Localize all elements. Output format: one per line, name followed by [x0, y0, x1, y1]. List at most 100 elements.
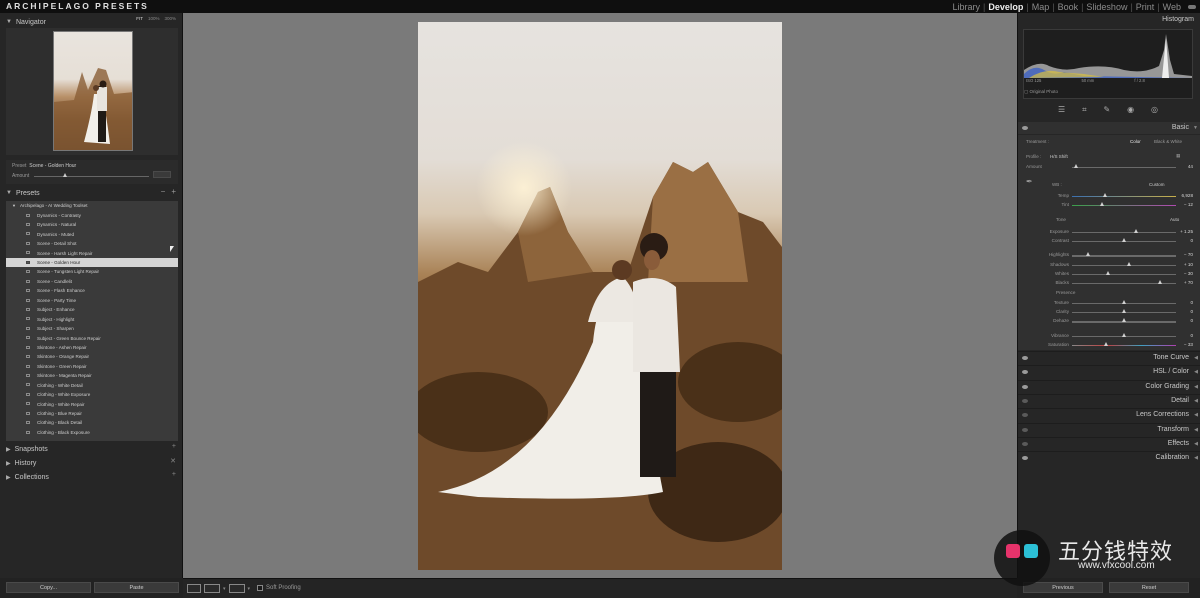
preset-item[interactable]: Scene - Flash Enhance	[6, 286, 178, 295]
saturation-slider[interactable]: Saturation − 33	[1018, 341, 1200, 349]
masking-icon[interactable]: ◎	[1151, 105, 1158, 115]
preset-item[interactable]: Subject - Green Bounce Repair	[6, 333, 178, 342]
section-lens-corrections[interactable]: Lens Corrections ◀	[1018, 408, 1200, 421]
slider-knob[interactable]	[1103, 193, 1107, 197]
dehaze-value[interactable]: 0	[1190, 318, 1193, 323]
preset-item[interactable]: Dynamics - Muted	[6, 229, 178, 238]
wb-value[interactable]: Custom	[1149, 182, 1165, 187]
section-hsl-color[interactable]: HSL / Color ◀	[1018, 365, 1200, 378]
profile-amount-value[interactable]: 44	[1188, 164, 1193, 169]
dropdown-arrow-icon[interactable]: ▾	[223, 586, 226, 592]
blacks-slider[interactable]: Blacks + 70	[1018, 279, 1200, 287]
amount-value-field[interactable]	[153, 171, 171, 178]
shadows-slider[interactable]: Shadows + 10	[1018, 261, 1200, 269]
slider-knob[interactable]	[1100, 202, 1104, 206]
slider-track[interactable]	[1072, 273, 1176, 275]
whites-value[interactable]: − 30	[1184, 271, 1193, 276]
paste-button[interactable]: Paste	[94, 582, 179, 593]
preset-item[interactable]: Dynamics - Contrasty	[6, 211, 178, 220]
visibility-eye-icon[interactable]	[1022, 441, 1028, 446]
preset-item[interactable]: Skintone - Orange Repair	[6, 352, 178, 361]
zoom-fit[interactable]: FIT	[136, 16, 143, 21]
section-transform[interactable]: Transform ◀	[1018, 422, 1200, 435]
slider-track[interactable]	[1072, 344, 1176, 346]
slider-knob[interactable]	[1134, 229, 1139, 233]
visibility-eye-icon[interactable]	[1022, 126, 1028, 130]
snapshots-header[interactable]: ▶ Snapshots +	[6, 443, 178, 455]
visibility-eye-icon[interactable]	[1022, 384, 1028, 389]
visibility-eye-icon[interactable]	[1022, 370, 1028, 375]
slider-knob[interactable]	[1122, 300, 1126, 304]
treatment-color[interactable]: Color	[1130, 139, 1141, 144]
preset-item[interactable]: Scene - Detail Shot	[6, 239, 178, 248]
whites-slider[interactable]: Whites − 30	[1018, 270, 1200, 278]
visibility-eye-icon[interactable]	[1022, 413, 1028, 418]
dehaze-slider[interactable]: Dehaze 0	[1018, 317, 1200, 325]
preset-item[interactable]: Clothing - Black Exposure	[6, 428, 178, 437]
slider-knob[interactable]	[1104, 341, 1109, 346]
visibility-eye-icon[interactable]	[1022, 427, 1028, 432]
amount-slider-knob[interactable]	[63, 173, 67, 177]
module-map[interactable]: Map	[1029, 2, 1053, 12]
amount-slider-track[interactable]	[34, 176, 149, 177]
copy-button[interactable]: Copy...	[6, 582, 91, 593]
preset-item[interactable]: Scene - Golden Hour	[6, 257, 178, 268]
vibrance-value[interactable]: 0	[1190, 333, 1193, 338]
module-print[interactable]: Print	[1133, 2, 1158, 12]
add-collection-icon[interactable]: +	[172, 471, 176, 478]
slider-track[interactable]	[1072, 205, 1176, 207]
slider-knob[interactable]	[1122, 318, 1126, 323]
slider-track[interactable]	[1072, 264, 1176, 266]
dropdown-arrow-icon[interactable]: ▾	[248, 586, 251, 592]
shadows-value[interactable]: + 10	[1184, 262, 1193, 267]
tint-value[interactable]: − 12	[1184, 202, 1193, 207]
collections-header[interactable]: ▶ Collections +	[6, 471, 178, 483]
preset-item[interactable]: Clothing - White Exposure	[6, 390, 178, 399]
preset-item[interactable]: Subject - Enhance	[6, 305, 178, 314]
clarity-slider[interactable]: Clarity 0	[1018, 308, 1200, 316]
slider-knob[interactable]	[1074, 164, 1078, 168]
clear-history-icon[interactable]: ✕	[170, 457, 176, 465]
preset-group[interactable]: ▼ Archipelago - AI Wedding Toolset	[6, 201, 178, 211]
wedding-photo[interactable]	[418, 22, 782, 570]
exposure-value[interactable]: + 1.25	[1180, 229, 1193, 234]
image-canvas[interactable]	[183, 13, 1017, 578]
profile-value[interactable]: H/S Shift	[1050, 154, 1068, 159]
preset-item[interactable]: Scene - Party Time	[6, 296, 178, 305]
original-photo-toggle[interactable]: ▢ Original Photo	[1024, 89, 1058, 95]
soft-proofing-toggle[interactable]: Soft Proofing	[257, 585, 301, 591]
texture-value[interactable]: 0	[1190, 300, 1193, 305]
exposure-slider[interactable]: Exposure + 1.25	[1018, 228, 1200, 236]
module-web[interactable]: Web	[1160, 2, 1184, 12]
slider-knob[interactable]	[1122, 238, 1126, 243]
slider-track[interactable]	[1072, 167, 1176, 169]
swap-view-icon[interactable]	[228, 584, 245, 593]
vibrance-slider[interactable]: Vibrance 0	[1018, 332, 1200, 340]
module-book[interactable]: Book	[1055, 2, 1082, 12]
loupe-view-icon[interactable]	[187, 584, 201, 593]
preset-item[interactable]: Dynamics - Natural	[6, 220, 178, 229]
profile-browser-icon[interactable]: ▦	[1176, 153, 1180, 159]
edit-sliders-icon[interactable]: ☰	[1058, 105, 1065, 115]
temp-slider[interactable]: Temp 6,928	[1018, 192, 1200, 200]
preset-item[interactable]: Scene - Tungsten Light Repair	[6, 267, 178, 276]
cloud-sync-icon[interactable]	[1188, 4, 1196, 9]
section-effects[interactable]: Effects ◀	[1018, 436, 1200, 449]
contrast-slider[interactable]: Contrast 0	[1018, 237, 1200, 245]
module-develop[interactable]: Develop	[985, 2, 1026, 12]
preset-item[interactable]: Skintone - Green Repair	[6, 362, 178, 371]
healing-brush-icon[interactable]: ✎	[1104, 105, 1111, 115]
red-eye-icon[interactable]: ◉	[1127, 105, 1134, 115]
preset-item[interactable]: Skintone - Magenta Repair	[6, 371, 178, 380]
module-slideshow[interactable]: Slideshow	[1083, 2, 1130, 12]
remove-preset-icon[interactable]: −	[161, 187, 166, 196]
histogram-title[interactable]: Histogram	[1162, 16, 1194, 23]
preset-item[interactable]: Skintone - Ashen Repair	[6, 343, 178, 352]
preset-item[interactable]: Subject - Sharpen	[6, 324, 178, 333]
profile-amount-slider[interactable]: Amount 44	[1018, 163, 1200, 171]
treatment-bw[interactable]: Black & White	[1154, 139, 1182, 144]
clarity-value[interactable]: 0	[1190, 309, 1193, 314]
slider-track[interactable]	[1072, 196, 1176, 198]
section-color-grading[interactable]: Color Grading ◀	[1018, 379, 1200, 392]
zoom-300[interactable]: 300%	[164, 16, 176, 21]
